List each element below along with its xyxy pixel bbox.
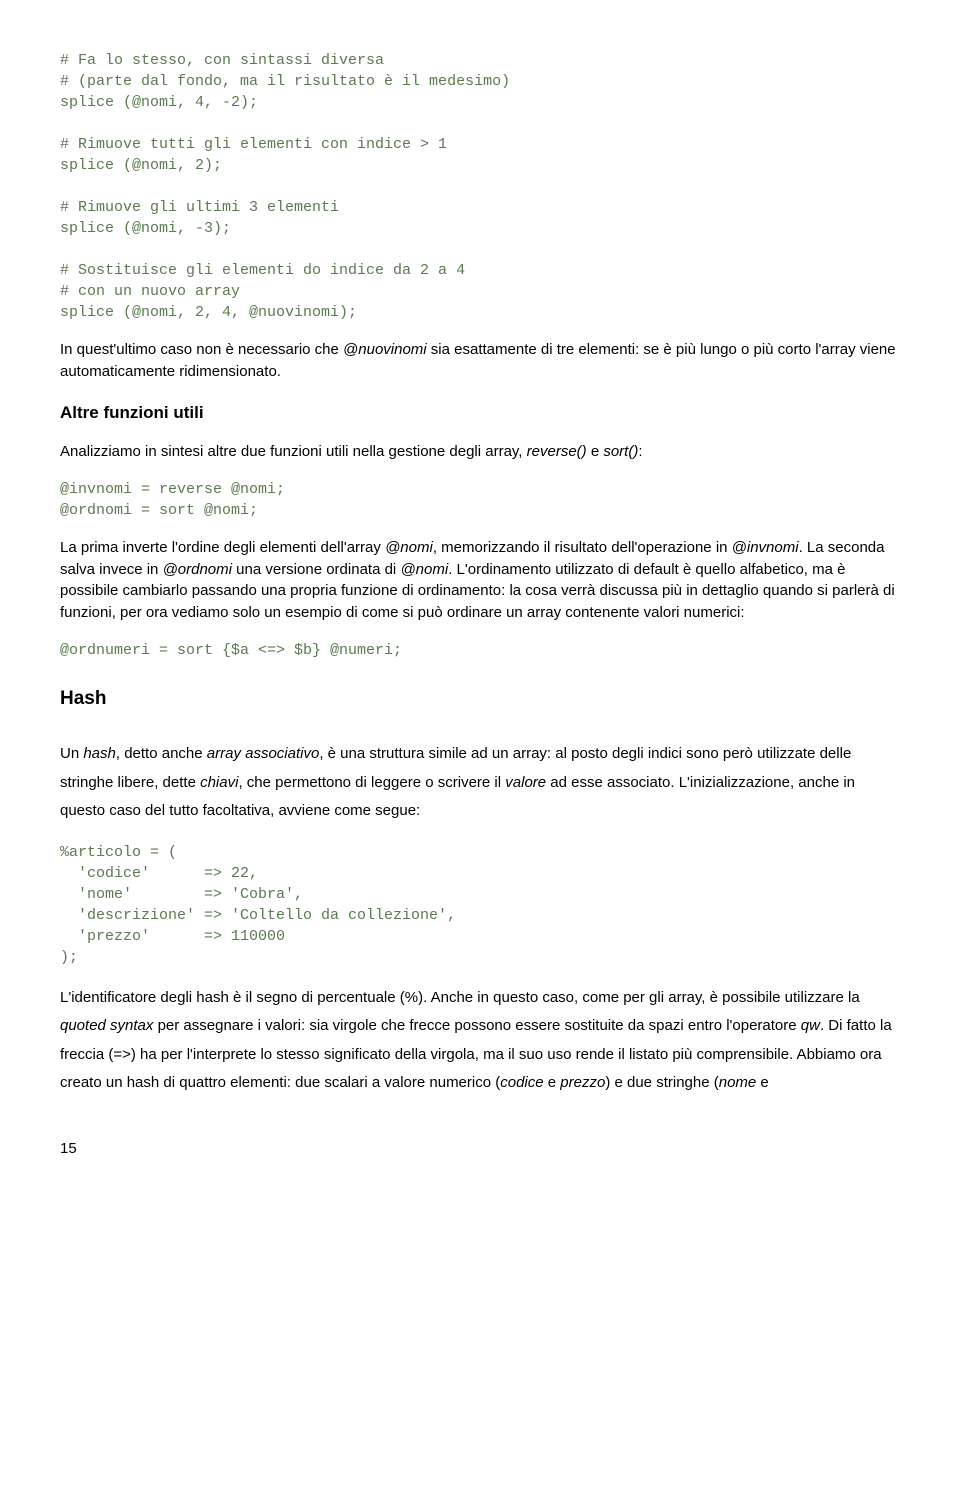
italic-text: @nuovinomi: [343, 341, 427, 358]
code-block-3: @ordnumeri = sort {$a <=> $b} @numeri;: [60, 640, 900, 661]
text: La prima inverte l'ordine degli elementi…: [60, 539, 385, 556]
italic-text: @nomi: [400, 561, 448, 578]
italic-text: codice: [500, 1074, 543, 1091]
paragraph-1: In quest'ultimo caso non è necessario ch…: [60, 339, 900, 383]
text: una versione ordinata di: [232, 561, 400, 578]
italic-text: array associativo: [207, 745, 320, 762]
text: In quest'ultimo caso non è necessario ch…: [60, 341, 343, 358]
text: , detto anche: [116, 745, 207, 762]
italic-text: chiavi: [200, 774, 238, 791]
text: Analizziamo in sintesi altre due funzion…: [60, 443, 527, 460]
italic-text: qw: [801, 1017, 820, 1034]
italic-text: reverse(): [527, 443, 587, 460]
heading-hash: Hash: [60, 685, 900, 713]
italic-text: sort(): [603, 443, 638, 460]
italic-text: hash: [83, 745, 116, 762]
text: per assegnare i valori: sia virgole che …: [153, 1017, 800, 1034]
page-number: 15: [60, 1138, 900, 1160]
italic-text: valore: [505, 774, 546, 791]
paragraph-3: La prima inverte l'ordine degli elementi…: [60, 537, 900, 624]
text: e: [756, 1074, 769, 1091]
italic-text: prezzo: [560, 1074, 605, 1091]
italic-text: @invnomi: [732, 539, 799, 556]
text: , che permettono di leggere o scrivere i…: [238, 774, 505, 791]
text: Un: [60, 745, 83, 762]
text: ) e due stringhe (: [605, 1074, 718, 1091]
text: L'identificatore degli hash è il segno d…: [60, 989, 860, 1006]
text: , memorizzando il risultato dell'operazi…: [433, 539, 732, 556]
italic-text: quoted syntax: [60, 1017, 153, 1034]
code-block-1: # Fa lo stesso, con sintassi diversa # (…: [60, 50, 900, 323]
text: .: [448, 561, 452, 578]
code-block-4: %articolo = ( 'codice' => 22, 'nome' => …: [60, 842, 900, 968]
code-block-2: @invnomi = reverse @nomi; @ordnomi = sor…: [60, 479, 900, 521]
paragraph-2: Analizziamo in sintesi altre due funzion…: [60, 441, 900, 463]
heading-altre-funzioni: Altre funzioni utili: [60, 401, 900, 426]
paragraph-5: L'identificatore degli hash è il segno d…: [60, 984, 900, 1098]
italic-text: nome: [719, 1074, 757, 1091]
text: e: [544, 1074, 561, 1091]
text: e: [587, 443, 604, 460]
italic-text: @ordnomi: [163, 561, 232, 578]
paragraph-4: Un hash, detto anche array associativo , …: [60, 740, 900, 826]
italic-text: @nomi: [385, 539, 433, 556]
text: :: [638, 443, 642, 460]
